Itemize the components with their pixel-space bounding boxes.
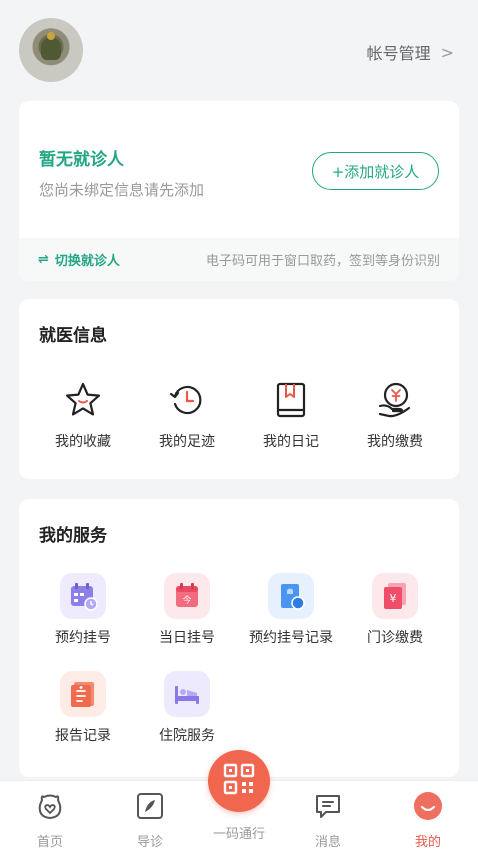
inpatient-service-item[interactable]: 住院服务	[135, 671, 239, 745]
appointment-registration-item[interactable]: 预约挂号	[31, 573, 135, 647]
bookmark-book-icon	[268, 377, 314, 423]
appointment-registration-label: 预约挂号	[55, 630, 111, 646]
my-diary-item[interactable]: 我的日记	[239, 377, 343, 451]
appointment-record-label: 预约挂号记录	[249, 630, 333, 646]
patient-card: 暂无就诊人 您尚未绑定信息请先添加 +添加就诊人 ⇌ 切换就诊人 电子码可用于窗…	[19, 101, 459, 281]
qr-pass-label: 一码通行	[212, 827, 265, 842]
account-management-link[interactable]: 帐号管理 >	[367, 40, 454, 64]
chevron-right-icon: >	[440, 42, 454, 62]
message-icon	[313, 791, 343, 825]
my-favorites-item[interactable]: 我的收藏	[31, 377, 135, 451]
my-payments-label: 我的缴费	[367, 434, 423, 450]
my-services-card: 我的服务 预约挂号 今 当日挂号 预约挂号记录 ¥ 门诊缴费 报告记录 住院服务	[19, 499, 459, 777]
my-favorites-label: 我的收藏	[55, 434, 111, 450]
my-payments-item[interactable]: 我的缴费	[343, 377, 447, 451]
patient-title: 暂无就诊人	[39, 150, 124, 170]
patient-footer: ⇌ 切换就诊人 电子码可用于窗口取药，签到等身份识别	[19, 238, 459, 281]
document-record-icon	[268, 573, 314, 619]
account-management-label: 帐号管理	[366, 44, 431, 63]
appointment-record-item[interactable]: 预约挂号记录	[239, 573, 343, 647]
history-clock-icon	[164, 377, 210, 423]
tab-guide-label: 导诊	[136, 835, 163, 850]
tab-guide[interactable]: 导诊	[110, 791, 190, 850]
qr-code-icon	[222, 762, 256, 800]
e-code-note: 电子码可用于窗口取药，签到等身份识别	[205, 254, 440, 269]
hospital-bed-icon	[164, 671, 210, 717]
patient-subtitle: 您尚未绑定信息请先添加	[39, 181, 205, 199]
outpatient-payment-item[interactable]: ¥ 门诊缴费	[343, 573, 447, 647]
switch-patient-label: 切换就诊人	[54, 254, 120, 269]
add-patient-button[interactable]: +添加就诊人	[312, 152, 439, 190]
my-footprints-label: 我的足迹	[159, 434, 215, 450]
tab-home[interactable]: 首页	[10, 791, 90, 850]
same-day-registration-label: 当日挂号	[159, 630, 215, 646]
svg-text:¥: ¥	[390, 592, 397, 605]
report-record-item[interactable]: 报告记录	[31, 671, 135, 745]
report-icon	[60, 671, 106, 717]
yuan-document-icon: ¥	[372, 573, 418, 619]
home-icon	[35, 791, 65, 825]
svg-text:今: 今	[182, 594, 191, 606]
swap-arrows-icon: ⇌	[38, 252, 49, 267]
tab-messages-label: 消息	[314, 835, 341, 850]
my-diary-label: 我的日记	[263, 434, 319, 450]
qr-pass-button[interactable]	[208, 750, 270, 812]
my-footprints-item[interactable]: 我的足迹	[135, 377, 239, 451]
yuan-hand-icon	[372, 377, 418, 423]
tab-messages[interactable]: 消息	[288, 791, 368, 850]
avatar[interactable]	[19, 18, 83, 82]
tab-home-label: 首页	[36, 835, 63, 850]
star-icon	[60, 377, 106, 423]
outpatient-payment-label: 门诊缴费	[367, 630, 423, 646]
tab-mine-label: 我的	[414, 835, 441, 850]
medical-info-card: 就医信息 我的收藏 我的足迹 我的日记 我的缴费	[19, 299, 459, 479]
compass-icon	[135, 791, 165, 825]
medical-info-title: 就医信息	[39, 326, 107, 346]
calendar-clock-icon	[60, 573, 106, 619]
profile-header: 帐号管理 >	[0, 0, 478, 100]
switch-patient-button[interactable]: ⇌ 切换就诊人	[38, 250, 120, 269]
same-day-registration-item[interactable]: 今 当日挂号	[135, 573, 239, 647]
inpatient-service-label: 住院服务	[159, 728, 215, 744]
my-services-title: 我的服务	[39, 526, 107, 546]
profile-smile-icon	[413, 791, 443, 825]
tab-mine[interactable]: 我的	[388, 791, 468, 850]
report-record-label: 报告记录	[55, 728, 111, 744]
calendar-today-icon: 今	[164, 573, 210, 619]
